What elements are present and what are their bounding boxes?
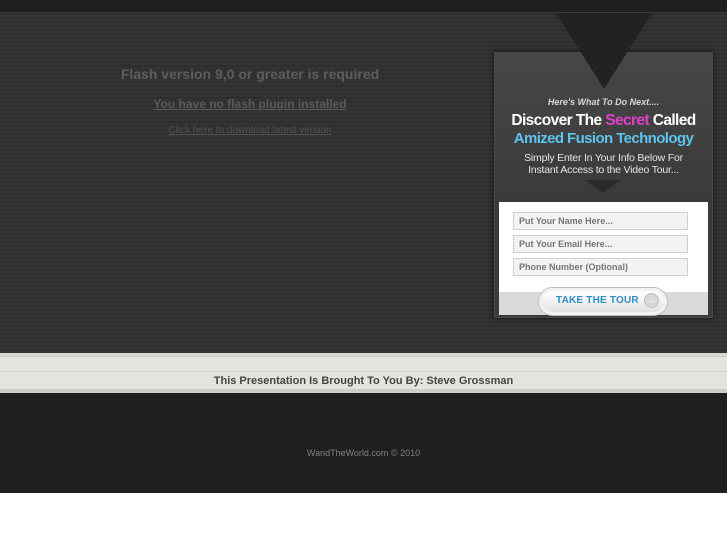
optin-headline: Discover The Secret Called (494, 112, 713, 130)
down-arrow-icon (556, 13, 652, 89)
band-divider-top (0, 353, 727, 357)
download-flash-link[interactable]: Click here to download latest version (0, 125, 500, 136)
headline-secret: Secret (605, 112, 650, 129)
copyright-text: WandTheWorld.com © 2010 (306, 448, 421, 458)
headline-part2: Called (649, 112, 697, 129)
take-the-tour-label[interactable]: TAKE THE TOUR (556, 295, 639, 306)
optin-subtext-line1: Simply Enter In Your Info Below For (524, 152, 683, 164)
email-input[interactable] (513, 235, 688, 253)
top-strip (0, 0, 727, 13)
optin-headline-product: Amized Fusion Technology (513, 130, 694, 147)
arrow-right-icon[interactable]: → (644, 293, 659, 308)
optin-kicker: Here's What To Do Next.... (547, 97, 660, 107)
presenter-band (0, 353, 727, 393)
presenter-text: This Presentation Is Brought To You By: … (213, 375, 514, 387)
pointer-arrow-icon (585, 180, 621, 193)
phone-input[interactable] (513, 258, 688, 276)
name-input[interactable] (513, 212, 688, 230)
optin-subtext-line2: Instant Access to the Video Tour... (528, 164, 679, 176)
headline-part1: Discover The (511, 112, 606, 129)
band-divider-middle (0, 371, 727, 372)
no-flash-plugin-link[interactable]: You have no flash plugin installed (0, 97, 500, 111)
footer (0, 393, 727, 493)
flash-required-title: Flash version 9,0 or greater is required (120, 66, 380, 82)
